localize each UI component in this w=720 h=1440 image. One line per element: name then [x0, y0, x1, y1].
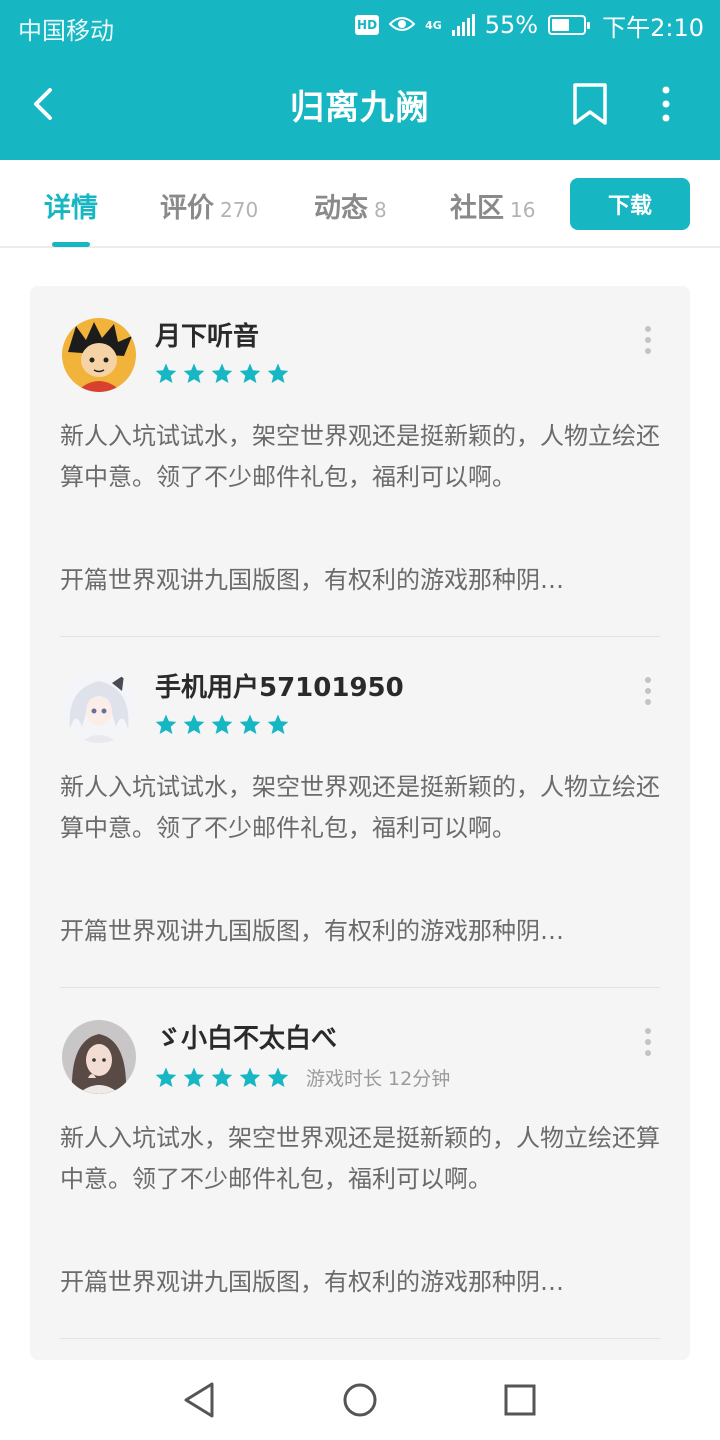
bookmark-icon: [573, 83, 607, 125]
review-text[interactable]: 新人入坑试水，架空世界观还是挺新颖的，人物立绘还算中意。领了不少邮件礼包，福利可…: [60, 1118, 660, 1200]
review-item[interactable]: ゞ小白不太白べ 游戏时长 12分钟 新人入坑试水，架空世界观还是挺新颖的，人物立…: [60, 988, 660, 1339]
tab-label: 评价: [160, 193, 214, 224]
tab-count: 16: [510, 198, 536, 222]
more-vertical-icon: [662, 86, 670, 122]
review-text[interactable]: 新人入坑试试水，架空世界观还是挺新颖的，人物立绘还算中意。领了不少邮件礼包，福利…: [60, 416, 660, 498]
page-title: 归离九阙: [290, 88, 430, 128]
nav-home-circle-icon: [343, 1383, 377, 1417]
review-more-icon[interactable]: [638, 677, 658, 707]
nav-recent-square-icon: [504, 1384, 536, 1416]
bookmark-button[interactable]: [568, 80, 612, 128]
carrier-name: 中国移动: [18, 17, 114, 45]
playtime-label: 游戏时长 12分钟: [306, 1068, 451, 1090]
clock: 下午2:10: [602, 13, 704, 42]
star-icon: [267, 363, 289, 383]
avatar[interactable]: [62, 318, 136, 392]
tab-count: 270: [220, 198, 259, 222]
tab-community[interactable]: 社区 16: [450, 186, 535, 225]
avatar[interactable]: [62, 1020, 136, 1094]
download-button[interactable]: 下载: [570, 178, 690, 230]
signal-icon: [451, 14, 475, 36]
nav-home-button[interactable]: [338, 1378, 382, 1422]
star-icon: [267, 1067, 289, 1087]
status-bar: 中国移动 HD 4G 55% 下午2:10: [0, 0, 720, 50]
tab-activity[interactable]: 动态 8: [314, 186, 387, 225]
system-nav-bar: [0, 1360, 720, 1440]
rating-stars: [154, 362, 290, 386]
star-icon: [211, 363, 233, 383]
tab-bar: 详情 评价 270 动态 8 社区 16 下载: [0, 160, 720, 248]
review-item[interactable]: 手机用户57101950 新人入坑试试水，架空世界观还是挺新颖的，人物立绘还算中…: [60, 637, 660, 988]
avatar[interactable]: [62, 669, 136, 743]
star-icon: [239, 714, 261, 734]
review-username[interactable]: 手机用户57101950: [155, 667, 404, 704]
tab-label: 详情: [44, 193, 98, 224]
rating-stars: [154, 713, 290, 737]
tab-reviews[interactable]: 评价 270: [160, 186, 258, 225]
review-more-icon[interactable]: [638, 1028, 658, 1058]
rating-stars: 游戏时长 12分钟: [154, 1064, 450, 1091]
tab-label: 动态: [314, 193, 368, 224]
star-icon: [183, 714, 205, 734]
star-icon: [211, 714, 233, 734]
review-username[interactable]: ゞ小白不太白べ: [155, 1018, 337, 1055]
nav-recent-button[interactable]: [498, 1378, 542, 1422]
eye-icon: [388, 11, 416, 39]
star-icon: [211, 1067, 233, 1087]
tab-details[interactable]: 详情: [44, 186, 98, 225]
star-icon: [155, 1067, 177, 1087]
star-icon: [239, 363, 261, 383]
more-button[interactable]: [646, 80, 686, 128]
battery-percent: 55%: [484, 11, 539, 39]
app-header: 归离九阙: [0, 50, 720, 160]
star-icon: [239, 1067, 261, 1087]
star-icon: [183, 1067, 205, 1087]
review-text-excerpt[interactable]: 开篇世界观讲九国版图，有权利的游戏那种阴…: [60, 911, 660, 946]
battery-icon: [548, 15, 591, 35]
nav-back-triangle-icon: [184, 1382, 214, 1418]
star-icon: [183, 363, 205, 383]
review-text[interactable]: 新人入坑试试水，架空世界观还是挺新颖的，人物立绘还算中意。领了不少邮件礼包，福利…: [60, 767, 660, 849]
active-tab-indicator: [52, 242, 90, 247]
tab-count: 8: [374, 198, 387, 222]
tab-label: 社区: [450, 193, 504, 224]
network-type-icon: 4G: [425, 18, 442, 32]
review-text-excerpt[interactable]: 开篇世界观讲九国版图，有权利的游戏那种阴…: [60, 1262, 660, 1297]
star-icon: [155, 714, 177, 734]
review-item[interactable]: 月下听音 新人入坑试试水，架空世界观还是挺新颖的，人物立绘还算中意。领了不少邮件…: [60, 286, 660, 637]
review-list: 月下听音 新人入坑试试水，架空世界观还是挺新颖的，人物立绘还算中意。领了不少邮件…: [30, 286, 690, 1360]
star-icon: [267, 714, 289, 734]
hd-icon: HD: [355, 15, 380, 35]
star-icon: [155, 363, 177, 383]
review-username[interactable]: 月下听音: [155, 316, 259, 353]
nav-back-button[interactable]: [178, 1378, 222, 1422]
review-more-icon[interactable]: [638, 326, 658, 356]
review-text-excerpt[interactable]: 开篇世界观讲九国版图，有权利的游戏那种阴…: [60, 560, 660, 595]
status-icons: HD 4G 55% 下午2:10: [355, 10, 704, 42]
